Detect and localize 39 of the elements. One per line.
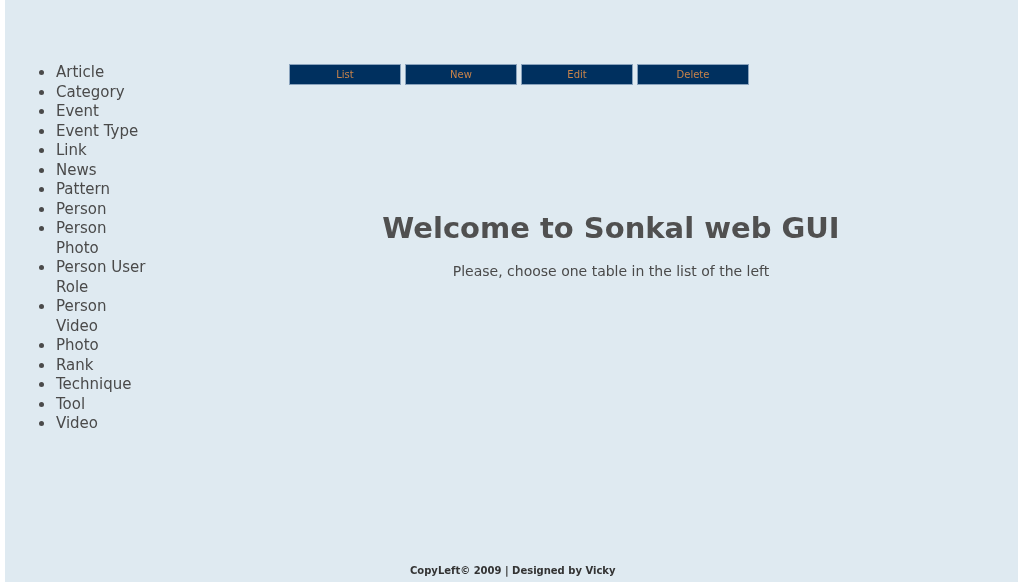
bullet-icon [39, 109, 44, 114]
bullet-icon [39, 206, 44, 212]
bullet-icon [39, 343, 44, 348]
bullet-icon [39, 89, 44, 95]
sidebar-item[interactable]: Person User Role [56, 258, 148, 297]
toolbar-button[interactable]: Edit [521, 64, 633, 85]
bullet-icon [39, 226, 44, 231]
bullet-icon [39, 148, 44, 153]
bullet-icon [39, 265, 44, 270]
sidebar-item[interactable]: Pattern [56, 180, 148, 200]
sidebar-item[interactable]: Link [56, 141, 148, 161]
sidebar-item[interactable]: Person Video [56, 297, 148, 336]
footer-text: CopyLeft© 2009 | Designed by Vicky [410, 565, 616, 576]
sidebar-item[interactable]: Person Photo [56, 219, 148, 258]
toolbar-button[interactable]: List [289, 64, 401, 85]
sidebar-item[interactable]: Person [56, 199, 148, 219]
sidebar-item[interactable]: Event Type [56, 121, 148, 141]
bullet-icon [39, 128, 44, 134]
sidebar-item[interactable]: Event [56, 102, 148, 122]
toolbar-button[interactable]: Delete [637, 64, 749, 85]
sidebar-item[interactable]: Rank [56, 355, 148, 375]
sidebar-item[interactable]: Tool [56, 394, 148, 414]
bullet-icon [39, 187, 44, 192]
bullet-icon [39, 304, 44, 309]
bullet-icon [39, 421, 44, 426]
sidebar-item[interactable]: Video [56, 414, 148, 434]
sidebar-item[interactable]: Category [56, 82, 148, 102]
sidebar-item[interactable]: Photo [56, 336, 148, 356]
sidebar-item[interactable]: Technique [56, 375, 148, 395]
sidebar-item[interactable]: Article [56, 63, 148, 83]
bullet-icon [39, 401, 44, 407]
welcome-heading: Welcome to Sonkal web GUI [382, 210, 840, 246]
bullet-icon [39, 167, 44, 173]
bullet-icon [39, 70, 44, 75]
bullet-icon [39, 362, 44, 368]
sidebar-item[interactable]: News [56, 160, 148, 180]
bullet-icon [39, 382, 44, 387]
toolbar-button[interactable]: New [405, 64, 517, 85]
instruction-text: Please, choose one table in the list of the left [452, 262, 770, 280]
